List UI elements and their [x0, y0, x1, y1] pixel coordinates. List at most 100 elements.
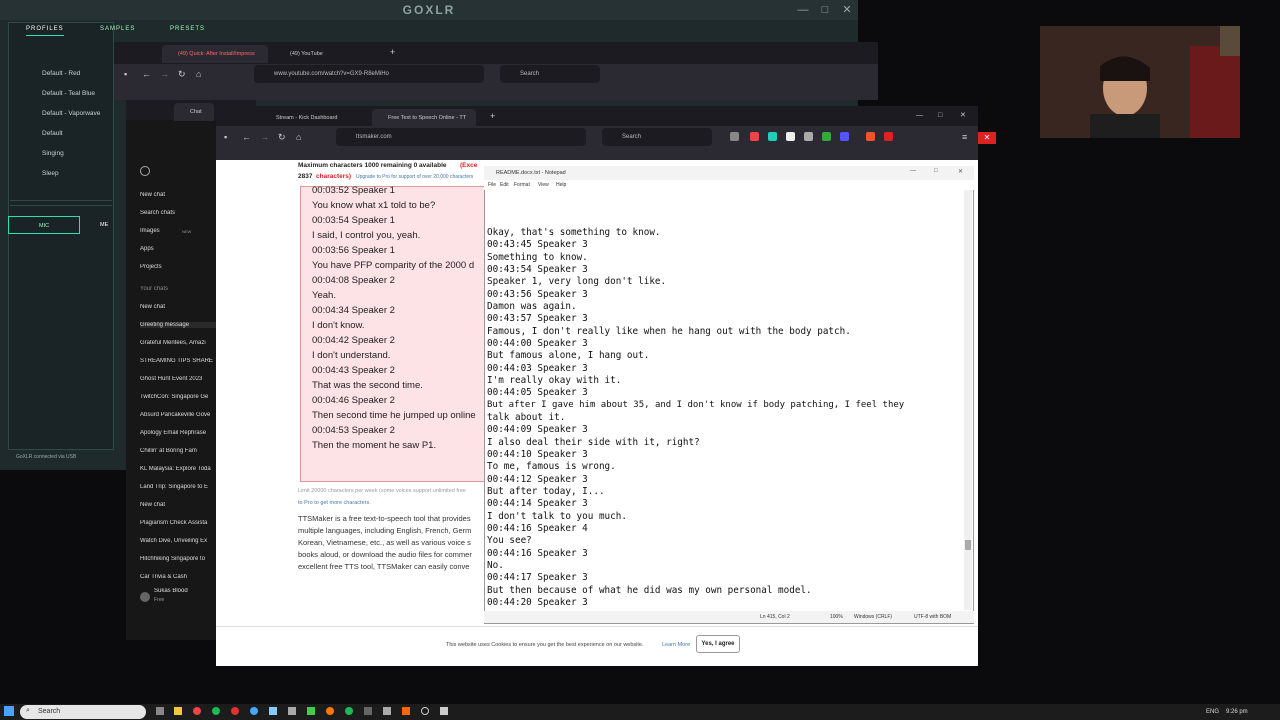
- chat-list-item[interactable]: Ghost Hunt Event 2023: [140, 376, 216, 382]
- chat-list-item[interactable]: Greeting message: [140, 322, 216, 328]
- reload-icon[interactable]: ↻: [178, 66, 186, 82]
- chat-list-item[interactable]: STREAMING TIPS SHARE: [140, 358, 216, 364]
- reload-icon[interactable]: ↻: [278, 129, 286, 145]
- extension-icon[interactable]: [840, 132, 849, 141]
- app-icon[interactable]: [231, 707, 239, 715]
- minimize-icon[interactable]: —: [910, 168, 916, 174]
- maximize-icon[interactable]: □: [938, 108, 942, 124]
- maximize-icon[interactable]: □: [934, 168, 938, 174]
- profile-item[interactable]: Default: [42, 130, 63, 137]
- chat-list-item[interactable]: Plagiarism Check Assista: [140, 520, 216, 526]
- chat-list-item[interactable]: Grateful Mentees, Amazi: [140, 340, 216, 346]
- close-icon[interactable]: ✕: [960, 108, 966, 124]
- app-icon[interactable]: [364, 707, 372, 715]
- chat-list-item[interactable]: Apology Email Rephrase: [140, 430, 216, 436]
- menu-format[interactable]: Format: [514, 180, 530, 190]
- back-icon[interactable]: ←: [142, 66, 151, 82]
- chat-list-item[interactable]: Land Trip: Singapore to E: [140, 484, 216, 490]
- new-tab-icon[interactable]: +: [390, 44, 395, 60]
- minimize-icon[interactable]: —: [792, 0, 814, 20]
- sidebar-item-apps[interactable]: Apps: [140, 246, 216, 252]
- minimize-icon[interactable]: —: [916, 108, 923, 124]
- app-icon[interactable]: [288, 707, 296, 715]
- tab-kick-dashboard[interactable]: Stream - Kick Dashboard: [260, 109, 370, 127]
- folder-icon[interactable]: [174, 707, 182, 715]
- search-input[interactable]: Search: [602, 128, 712, 146]
- pro-link[interactable]: to Pro to get more characters.: [298, 500, 371, 506]
- sidebar-icon[interactable]: ▪: [124, 66, 127, 82]
- menu-view[interactable]: View: [538, 180, 549, 190]
- chat-list-item[interactable]: Absurd Pancakeville Gove: [140, 412, 216, 418]
- extension-icon[interactable]: [768, 132, 777, 141]
- profile-item[interactable]: Default - Teal Blue: [42, 90, 95, 97]
- forward-icon[interactable]: →: [160, 66, 169, 82]
- firefox-icon[interactable]: [402, 707, 410, 715]
- new-tab-icon[interactable]: +: [490, 108, 495, 124]
- tab-presets[interactable]: PRESETS: [170, 22, 205, 36]
- tab-ttsmaker[interactable]: Free Text to Speech Online - TT: [372, 109, 476, 127]
- tab-youtube-home[interactable]: (49) YouTube: [274, 45, 380, 63]
- chat-list-item[interactable]: Chillin' at Boring Fam: [140, 448, 216, 454]
- home-icon[interactable]: ⌂: [296, 129, 301, 145]
- tab-chat[interactable]: Chat: [174, 103, 214, 121]
- sidebar-item-search-chats[interactable]: Search chats: [140, 210, 216, 216]
- close-icon[interactable]: ✕: [958, 168, 963, 175]
- tab-samples[interactable]: SAMPLES: [100, 22, 135, 36]
- url-bar[interactable]: www.youtube.com/watch?v=GX9-R8eMiHo: [254, 65, 484, 83]
- chat-list-item[interactable]: Car Trivia & Cash: [140, 574, 216, 580]
- extension-icon[interactable]: [786, 132, 795, 141]
- menu-file[interactable]: File: [488, 180, 496, 190]
- extension-icon[interactable]: [884, 132, 893, 141]
- spotify-icon[interactable]: [212, 707, 220, 715]
- app-icon[interactable]: [307, 707, 315, 715]
- home-icon[interactable]: ⌂: [196, 66, 201, 82]
- forward-icon[interactable]: →: [260, 129, 269, 145]
- chat-list-item[interactable]: TwitchCon: Singapore Ge: [140, 394, 216, 400]
- extension-icon[interactable]: [822, 132, 831, 141]
- scrollbar[interactable]: [964, 190, 972, 610]
- firefox-icon[interactable]: [326, 707, 334, 715]
- chat-list-item[interactable]: New chat: [140, 502, 216, 508]
- clock-icon[interactable]: [421, 707, 429, 715]
- chat-list-item[interactable]: New chat: [140, 304, 216, 310]
- sidebar-item-images[interactable]: Images: [140, 228, 180, 234]
- openai-logo-icon[interactable]: [140, 166, 150, 176]
- notepad-icon[interactable]: [440, 707, 448, 715]
- profile-item[interactable]: Default - Vaporwave: [42, 110, 100, 117]
- chrome-icon[interactable]: [193, 707, 201, 715]
- extension-icon[interactable]: [804, 132, 813, 141]
- chat-list-item[interactable]: KL Malaysia: Explore Toda: [140, 466, 216, 472]
- language-indicator[interactable]: ENG: [1206, 709, 1219, 715]
- menu-help[interactable]: Help: [556, 180, 566, 190]
- spotify-icon[interactable]: [345, 707, 353, 715]
- profile-item[interactable]: Sleep: [42, 170, 59, 177]
- avatar[interactable]: [140, 592, 150, 602]
- chat-list-item[interactable]: Watch Dive, Unveiling Ex: [140, 538, 216, 544]
- cookie-accept-button[interactable]: Yes, I agree: [696, 635, 740, 653]
- back-icon[interactable]: ←: [242, 129, 251, 145]
- app-icon[interactable]: [250, 707, 258, 715]
- tab-youtube-video[interactable]: (49) Quick: After Install/Impress: [162, 45, 268, 63]
- library-icon[interactable]: [730, 132, 739, 141]
- app-icon[interactable]: [269, 707, 277, 715]
- menu-icon[interactable]: ≡: [962, 129, 967, 145]
- sidebar-item-projects[interactable]: Projects: [140, 264, 216, 270]
- task-view-icon[interactable]: [156, 707, 164, 715]
- profile-item[interactable]: Default - Red: [42, 70, 80, 77]
- cookie-learn-more[interactable]: Learn More: [662, 642, 690, 648]
- extension-icon[interactable]: [750, 132, 759, 141]
- scrollbar-thumb[interactable]: [965, 540, 971, 550]
- taskbar-search[interactable]: Search: [20, 705, 146, 719]
- menu-edit[interactable]: Edit: [500, 180, 509, 190]
- search-input[interactable]: Search: [500, 65, 600, 83]
- app-icon[interactable]: [383, 707, 391, 715]
- maximize-icon[interactable]: □: [814, 0, 836, 20]
- profile-item[interactable]: Singing: [42, 150, 64, 157]
- close-icon[interactable]: ✕: [836, 0, 858, 20]
- upgrade-note[interactable]: Upgrade to Pro for support of over 20,00…: [356, 174, 473, 180]
- chat-list-item[interactable]: Hitchhiking Singapore to: [140, 556, 216, 562]
- extension-icon[interactable]: [866, 132, 875, 141]
- tab-mic[interactable]: MIC: [8, 216, 80, 234]
- windows-icon[interactable]: [4, 706, 14, 716]
- tab-me[interactable]: ME: [100, 216, 114, 234]
